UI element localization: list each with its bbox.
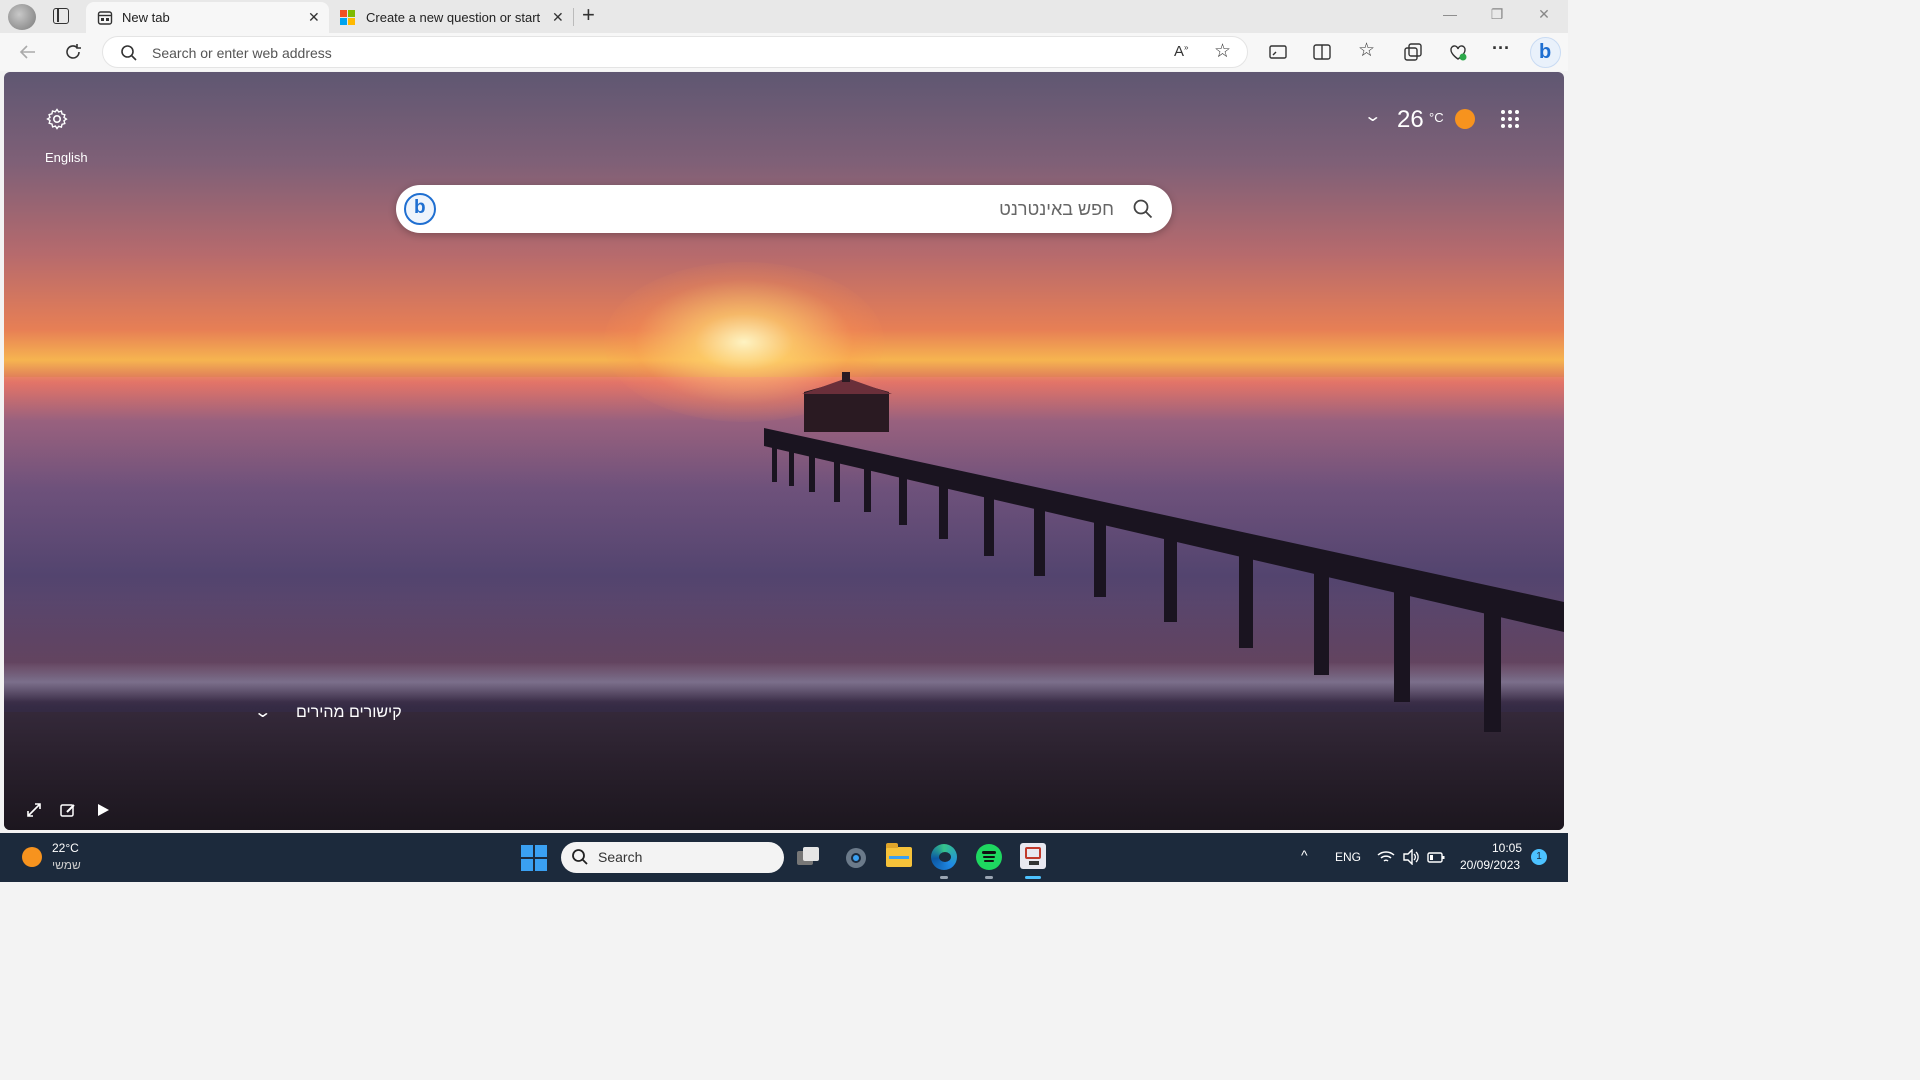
weather-temperature[interactable]: 26 — [1397, 106, 1424, 134]
weather-desc: שמשי — [52, 858, 81, 872]
new-tab-button[interactable]: + — [582, 2, 595, 28]
refresh-icon[interactable] — [62, 41, 84, 63]
tab-create-question[interactable]: Create a new question or start a ✕ — [334, 2, 572, 33]
bing-chat-icon[interactable]: b — [404, 193, 436, 225]
input-language[interactable]: ENG — [1335, 850, 1361, 864]
clock-time[interactable]: 10:05 — [1492, 841, 1522, 855]
more-options-icon[interactable]: ··· — [1492, 38, 1514, 60]
minimize-button[interactable]: — — [1438, 6, 1462, 26]
language-label[interactable]: English — [45, 150, 88, 165]
notification-badge[interactable]: 1 — [1531, 849, 1547, 865]
cast-icon[interactable] — [1267, 41, 1289, 63]
back-icon[interactable] — [17, 41, 39, 63]
newtab-icon — [97, 11, 113, 25]
snipping-tool-icon[interactable] — [1020, 843, 1046, 869]
battery-icon[interactable] — [1427, 850, 1445, 864]
weather-unit: °C — [1429, 110, 1444, 125]
search-icon[interactable] — [1132, 198, 1154, 220]
settings-app-icon[interactable] — [840, 842, 872, 874]
search-placeholder: חפש באינטרנט — [999, 199, 1114, 219]
active-app-indicator — [1025, 876, 1041, 879]
tab-divider — [573, 8, 574, 26]
browser-toolbar: Search or enter web address A» ☆ ☆ ··· b — [0, 33, 1568, 71]
restore-button[interactable]: ❐ — [1485, 6, 1509, 26]
quick-links-label[interactable]: קישורים מהירים — [296, 704, 402, 722]
settings-gear-icon[interactable] — [45, 107, 69, 131]
weather-expand-chevron-icon[interactable]: ⌄ — [1363, 106, 1382, 126]
spotify-running-indicator — [985, 876, 993, 879]
taskbar-search[interactable]: Search — [561, 842, 784, 873]
close-tab-icon[interactable]: ✕ — [308, 9, 320, 26]
play-icon[interactable] — [96, 803, 110, 817]
weather-temp[interactable]: 22°C — [52, 841, 79, 855]
sun-icon — [1455, 109, 1475, 129]
tab-title: Create a new question or start a — [366, 10, 540, 25]
windows-taskbar: 22°C שמשי Search ^ ENG 10:05 20/09/2023 … — [0, 833, 1568, 882]
new-tab-page: English ⌄ 26 °C b חפש באינטרנט ⌄ קישורים… — [4, 72, 1564, 830]
fullscreen-expand-icon[interactable] — [26, 802, 42, 818]
spotify-icon[interactable] — [976, 844, 1002, 870]
edge-running-indicator — [940, 876, 948, 879]
quick-links-chevron-icon[interactable]: ⌄ — [253, 702, 272, 722]
edit-background-icon[interactable] — [60, 802, 76, 818]
close-tab-icon[interactable]: ✕ — [552, 9, 564, 26]
tab-new-tab[interactable]: New tab ✕ — [86, 2, 329, 33]
address-placeholder: Search or enter web address — [152, 45, 332, 61]
read-aloud-icon[interactable]: A» — [1174, 43, 1188, 60]
tab-strip: New tab ✕ Create a new question or start… — [0, 0, 1568, 33]
wifi-icon[interactable] — [1377, 850, 1395, 864]
web-search-box[interactable]: b חפש באינטרנט — [396, 185, 1172, 233]
bing-copilot-button[interactable]: b — [1530, 37, 1561, 68]
bing-logo-icon: b — [1539, 41, 1552, 63]
start-button[interactable] — [521, 845, 547, 871]
browser-essentials-icon[interactable] — [1447, 41, 1469, 63]
notification-count: 1 — [1536, 851, 1542, 862]
weather-sun-icon[interactable] — [22, 847, 42, 867]
search-icon — [121, 45, 137, 61]
file-explorer-icon[interactable] — [886, 843, 912, 867]
microsoft-logo-icon — [340, 10, 356, 26]
collections-icon[interactable] — [1402, 41, 1424, 63]
vertical-tabs-icon[interactable] — [53, 8, 69, 24]
edge-browser-icon[interactable] — [931, 844, 957, 870]
volume-icon[interactable] — [1402, 849, 1420, 865]
task-view-icon[interactable] — [797, 847, 821, 867]
close-window-button[interactable]: ✕ — [1532, 6, 1556, 26]
clock-date[interactable]: 20/09/2023 — [1460, 858, 1520, 872]
profile-avatar[interactable] — [8, 4, 36, 30]
tab-title: New tab — [122, 10, 170, 25]
favorites-icon[interactable]: ☆ — [1358, 39, 1380, 61]
search-icon — [572, 849, 588, 865]
favorite-star-icon[interactable]: ☆ — [1214, 40, 1231, 63]
address-bar[interactable]: Search or enter web address A» ☆ — [102, 36, 1248, 68]
taskbar-search-placeholder: Search — [598, 849, 643, 865]
show-hidden-icons-chevron[interactable]: ^ — [1301, 847, 1308, 863]
split-screen-icon[interactable] — [1311, 41, 1333, 63]
apps-launcher-icon[interactable] — [1501, 110, 1519, 128]
